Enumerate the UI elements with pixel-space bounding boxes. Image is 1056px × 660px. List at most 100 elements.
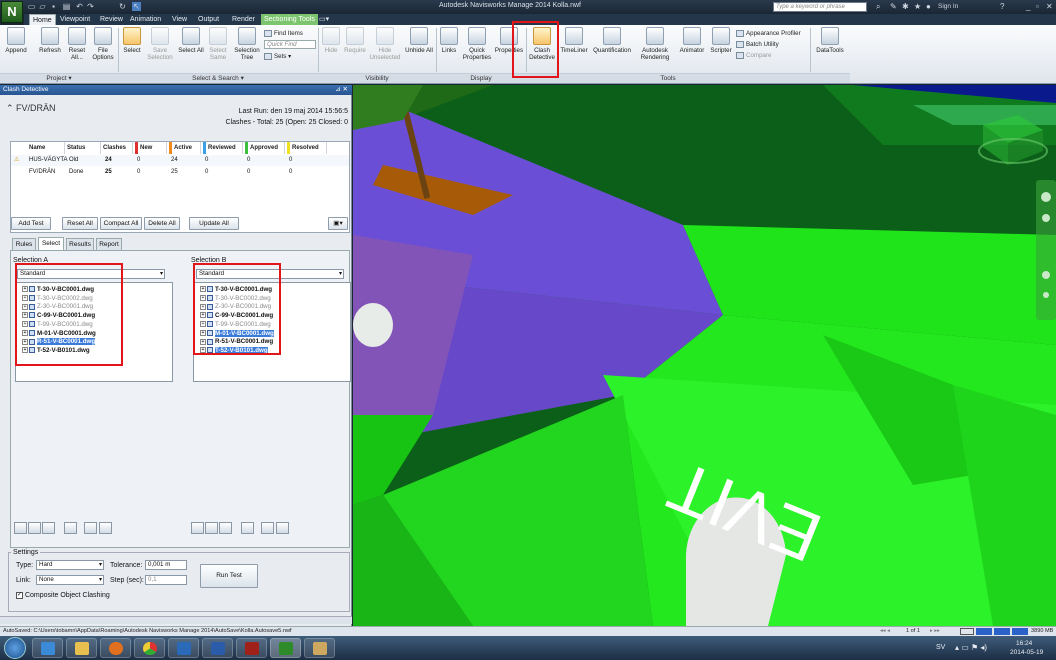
use-current-selection-icon[interactable] [261,522,274,534]
find-items-button[interactable]: Find Items [264,29,303,38]
select-button[interactable]: Select [120,27,144,54]
info-icon[interactable]: ✱ [902,2,909,12]
tolerance-input[interactable]: 0,001 m [145,560,187,570]
tab-review[interactable]: Review [97,14,126,25]
tab-view[interactable]: View [169,14,190,25]
new-icon[interactable]: ▭ [27,2,36,11]
surfaces-icon[interactable] [14,522,27,534]
points-icon[interactable] [42,522,55,534]
help-icon[interactable]: ? [1000,2,1004,12]
print-icon[interactable]: ▤ [62,2,71,11]
table-row[interactable]: ⚠ HUS-VÄGYTA Old 24 0 24 0 0 0 [11,155,349,166]
timeliner-button[interactable]: TimeLiner [560,27,588,54]
import-export-icon[interactable]: ▣▾ [328,217,348,230]
keyword-search-input[interactable]: Type a keyword or phrase [773,2,867,12]
delete-all-button[interactable]: Delete All [144,217,180,230]
table-row[interactable]: FV/DRÄN Done 25 0 25 0 0 0 [11,167,349,178]
tab-select[interactable]: Select [38,237,64,250]
media-player-taskbar-button[interactable] [100,638,131,658]
tab-report[interactable]: Report [96,238,122,250]
navigation-bar[interactable] [1036,180,1056,320]
unhide-all-button[interactable]: Unhide All [405,27,433,54]
sheet-browser-icon[interactable] [960,628,974,635]
star-icon[interactable]: ★ [914,2,921,12]
col-new[interactable]: New [135,142,167,154]
start-button[interactable] [4,637,26,659]
application-menu-button[interactable]: N [1,1,23,23]
compare-button[interactable]: Compare [736,51,771,60]
refresh-button[interactable]: Refresh [37,27,63,54]
compact-all-button[interactable]: Compact All [100,217,142,230]
clock-time[interactable]: 16:24 [1016,640,1032,647]
tab-results[interactable]: Results [66,238,94,250]
select-qat-icon[interactable]: ↖ [132,2,141,11]
3d-viewport[interactable]: EVIT [353,85,1056,626]
animator-button[interactable]: Animator [677,27,707,54]
tray-icons[interactable]: ▴ ▭ ⚑ ◂) [955,643,987,652]
hide-unselected-button[interactable]: Hide Unselected [368,27,402,61]
redo-icon[interactable]: ↷ [86,2,95,11]
select-same-button[interactable]: Select Same [205,27,231,61]
link-dropdown[interactable]: None ▾ [36,575,104,585]
reset-all-button[interactable]: Reset All [62,217,98,230]
clash-test-table[interactable]: Name Status Clashes New Active Reviewed … [10,141,350,233]
sets-dropdown[interactable]: Sets ▾ [264,52,291,61]
select-all-button[interactable]: Select All [178,27,204,54]
col-approved[interactable]: Approved [245,142,285,154]
prev-page-icon[interactable]: ◂◂ ◂ [880,627,890,636]
tab-rules[interactable]: Rules [12,238,36,250]
sign-in-link[interactable]: Sign In [938,2,958,12]
language-indicator[interactable]: SV [936,644,945,651]
ie-taskbar-button[interactable] [32,638,63,658]
links-button[interactable]: Links [438,27,460,54]
chrome-taskbar-button[interactable] [134,638,165,658]
wrench-icon[interactable]: ✎ [890,2,897,12]
select-in-scene-icon[interactable] [99,522,112,534]
restore-icon[interactable]: ▫ [1036,2,1039,12]
hide-button[interactable]: Hide [320,27,342,54]
col-active[interactable]: Active [169,142,201,154]
word-taskbar-button[interactable] [202,638,233,658]
appearance-profiler-button[interactable]: Appearance Profiler [736,29,801,38]
quantification-button[interactable]: Quantification [590,27,634,54]
undo-icon[interactable]: ↶ [75,2,84,11]
composite-checkbox[interactable]: ✓ Composite Object Clashing [16,591,110,600]
save-selection-button[interactable]: Save Selection [146,27,174,61]
selection-tree-button[interactable]: Selection Tree [232,27,262,61]
refresh-icon[interactable]: ↻ [118,2,127,11]
col-resolved[interactable]: Resolved [287,142,327,154]
datatools-button[interactable]: DataTools [814,27,846,54]
run-test-button[interactable]: Run Test [200,564,258,588]
step-input[interactable]: 0,1 [145,575,187,585]
tab-render[interactable]: Render [229,14,258,25]
paint-taskbar-button[interactable] [304,638,335,658]
tab-output[interactable]: Output [195,14,222,25]
self-intersect-icon[interactable] [241,522,254,534]
select-in-scene-icon[interactable] [276,522,289,534]
type-dropdown[interactable]: Hard ▾ [36,560,104,570]
binoculars-icon[interactable]: ⌕ [876,2,880,12]
use-current-selection-icon[interactable] [84,522,97,534]
close-icon[interactable]: ✕ [1046,2,1053,12]
scripter-button[interactable]: Scripter [708,27,734,54]
batch-utility-button[interactable]: Batch Utility [736,40,779,49]
self-intersect-icon[interactable] [64,522,77,534]
acrobat-taskbar-button[interactable] [236,638,267,658]
horizontal-scrollbar[interactable] [0,616,352,624]
col-clashes[interactable]: Clashes [103,142,133,154]
save-icon[interactable]: ▪ [49,2,58,11]
points-icon[interactable] [219,522,232,534]
file-options-button[interactable]: File Options [90,27,116,61]
reset-all-button[interactable]: Reset All... [64,27,90,61]
tab-sectioning-tools[interactable]: Sectioning Tools [261,14,318,25]
panel-close-icon[interactable]: ⊿ ✕ [335,85,348,95]
ribbon-options-icon[interactable]: ▭▾ [316,14,332,25]
append-button[interactable]: Append [4,27,28,54]
col-name[interactable]: Name [29,142,65,154]
open-icon[interactable]: ▱ [38,2,47,11]
tab-animation[interactable]: Animation [127,14,164,25]
lines-icon[interactable] [205,522,218,534]
add-test-button[interactable]: Add Test [11,217,51,230]
quick-find-input[interactable]: Quick Find [264,40,316,49]
clock-date[interactable]: 2014-05-19 [1010,649,1043,656]
